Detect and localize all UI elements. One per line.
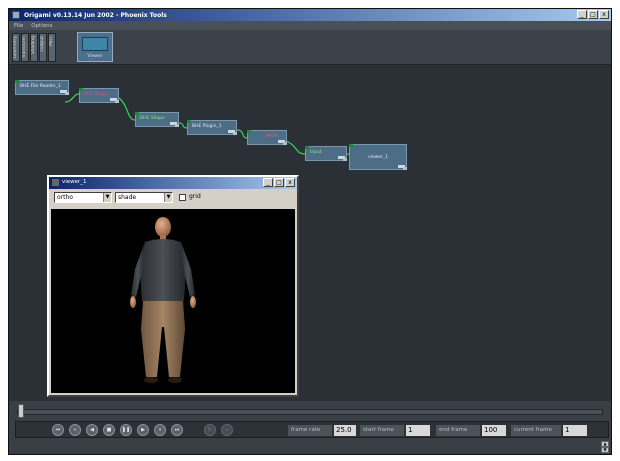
rewind-icon[interactable]: « bbox=[69, 424, 81, 436]
grid-label: grid bbox=[189, 193, 201, 200]
viewer-minimize-button[interactable]: _ bbox=[263, 178, 273, 187]
wire-1 bbox=[64, 93, 80, 103]
viewer-title-bar[interactable]: viewer_1 _ □ x bbox=[49, 177, 297, 189]
close-button[interactable]: x bbox=[599, 10, 609, 19]
projection-select[interactable]: ortho ▼ bbox=[54, 192, 112, 203]
chevron-down-icon: ▼ bbox=[164, 193, 172, 202]
viewer-controls: ortho ▼ shade ▼ grid bbox=[49, 189, 297, 207]
wire-3 bbox=[178, 122, 188, 129]
last-frame-icon[interactable]: ⏭ bbox=[171, 424, 183, 436]
node-toolbar: Geometry Transform Shading Output Misc V… bbox=[9, 30, 611, 65]
wire-2 bbox=[118, 97, 136, 121]
character-render bbox=[130, 216, 196, 383]
menu-bar: File Options bbox=[9, 21, 611, 30]
minimize-button[interactable]: _ bbox=[577, 10, 587, 19]
wire-4 bbox=[236, 129, 248, 139]
app-window: Origami v0.13.14 Jun 2002 - Phoenix Tool… bbox=[8, 8, 612, 455]
timeline-slider[interactable] bbox=[17, 409, 603, 415]
maximize-button[interactable]: □ bbox=[588, 10, 598, 19]
current-frame-field[interactable]: 1 bbox=[563, 425, 587, 436]
node-shape-1[interactable]: BHE Shape bbox=[79, 88, 119, 103]
app-icon bbox=[12, 11, 20, 19]
title-bar[interactable]: Origami v0.13.14 Jun 2002 - Phoenix Tool… bbox=[9, 9, 611, 21]
menu-options[interactable]: Options bbox=[31, 23, 52, 29]
app-title: Origami v0.13.14 Jun 2002 - Phoenix Tool… bbox=[24, 11, 167, 19]
first-frame-icon[interactable]: ⏮ bbox=[52, 424, 64, 436]
chevron-down-icon: ▼ bbox=[103, 193, 111, 202]
node-input[interactable]: Input bbox=[305, 146, 347, 161]
step-back-icon[interactable]: ◀ bbox=[86, 424, 98, 436]
node-plugin[interactable]: BHE Plugin_1 bbox=[187, 120, 237, 135]
stop-icon[interactable]: ■ bbox=[103, 424, 115, 436]
viewer-window: viewer_1 _ □ x ortho ▼ shade ▼ grid bbox=[47, 175, 299, 397]
viewer-close-button[interactable]: x bbox=[285, 178, 295, 187]
node-mesh[interactable]: Mesh bbox=[247, 130, 287, 145]
menu-file[interactable]: File bbox=[14, 23, 23, 29]
playback-bar: ⏮ « ◀ ■ ❚❚ ▶ » ⏭ ↻ ∞ frame rate 25.0 sta… bbox=[15, 421, 609, 438]
bounce-icon[interactable]: ∞ bbox=[221, 424, 233, 436]
play-icon[interactable]: ▶ bbox=[137, 424, 149, 436]
tab-output[interactable]: Output bbox=[39, 33, 47, 62]
tab-transform[interactable]: Transform bbox=[21, 33, 29, 62]
viewer-viewport[interactable] bbox=[51, 209, 295, 393]
start-frame-field[interactable]: 1 bbox=[406, 425, 430, 436]
node-file-reader[interactable]: BHE File Reader_1 bbox=[15, 80, 69, 95]
node-shape-2[interactable]: BHE Shape bbox=[135, 112, 179, 127]
loop-icon[interactable]: ↻ bbox=[204, 424, 216, 436]
viewer-maximize-button[interactable]: □ bbox=[274, 178, 284, 187]
node-viewer[interactable]: viewer_1 bbox=[349, 144, 407, 170]
panel-scroll-arrows: ▲ ▼ bbox=[601, 441, 609, 453]
end-frame-label: end frame bbox=[436, 425, 480, 436]
frame-rate-label: frame rate bbox=[288, 425, 332, 436]
current-frame-label: current frame bbox=[511, 425, 561, 436]
wire-5 bbox=[283, 139, 306, 155]
shading-select[interactable]: shade ▼ bbox=[115, 192, 173, 203]
timeline-slider-handle[interactable] bbox=[18, 404, 24, 418]
viewer-app-icon bbox=[52, 179, 59, 186]
pause-icon[interactable]: ❚❚ bbox=[120, 424, 132, 436]
viewer-node-template[interactable]: Viewer bbox=[77, 32, 113, 62]
viewer-title: viewer_1 bbox=[62, 179, 87, 185]
grid-checkbox[interactable] bbox=[179, 194, 186, 201]
viewer-node-label: Viewer bbox=[87, 54, 103, 59]
tab-shading[interactable]: Shading bbox=[30, 33, 38, 62]
tab-geometry[interactable]: Geometry bbox=[12, 33, 20, 62]
start-frame-label: start frame bbox=[360, 425, 404, 436]
viewer-node-icon bbox=[82, 37, 108, 51]
frame-rate-field[interactable]: 25.0 bbox=[334, 425, 356, 436]
end-frame-field[interactable]: 100 bbox=[482, 425, 506, 436]
fast-forward-icon[interactable]: » bbox=[154, 424, 166, 436]
scroll-down-icon[interactable]: ▼ bbox=[601, 447, 609, 453]
tab-misc[interactable]: Misc bbox=[48, 33, 56, 62]
timeline-panel: ⏮ « ◀ ■ ❚❚ ▶ » ⏭ ↻ ∞ frame rate 25.0 sta… bbox=[9, 401, 611, 454]
